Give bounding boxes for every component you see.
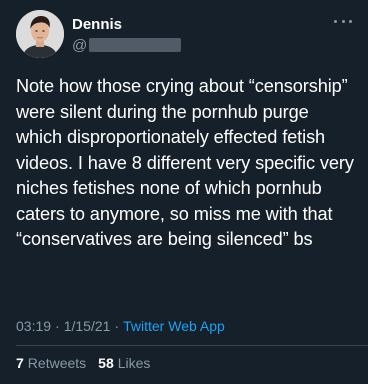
more-dot: [334, 19, 337, 23]
tweet-header: Dennis @: [16, 10, 356, 60]
stats-divider: [16, 345, 368, 346]
likes-label: Likes: [117, 355, 151, 371]
tweet-date[interactable]: 1/15/21: [64, 318, 111, 334]
tweet-time[interactable]: 03:19: [16, 318, 51, 334]
tweet-meta: 03:19 · 1/15/21 · Twitter Web App: [16, 318, 225, 334]
tweet-source[interactable]: Twitter Web App: [123, 318, 225, 334]
author-name[interactable]: Dennis: [72, 16, 122, 33]
retweets-label: Retweets: [27, 355, 87, 371]
handle-redaction: [89, 38, 182, 52]
tweet-stats: 7 Retweets 58 Likes: [16, 355, 150, 371]
avatar-portrait: [16, 10, 64, 58]
tweet-card: Dennis @ Note how those crying about “ce…: [0, 0, 368, 384]
likes-stat[interactable]: 58 Likes: [98, 355, 150, 371]
handle-prefix: @: [72, 36, 88, 54]
tweet-text: Note how those crying about “censorship”…: [16, 76, 359, 249]
author-handle[interactable]: @: [72, 36, 182, 54]
avatar[interactable]: [16, 10, 64, 58]
more-dot: [341, 19, 345, 23]
retweets-stat[interactable]: 7 Retweets: [16, 355, 86, 371]
meta-separator: ·: [55, 318, 60, 334]
likes-count: 58: [98, 355, 114, 371]
more-horizontal-icon[interactable]: [334, 16, 352, 26]
meta-separator: ·: [114, 318, 120, 334]
more-dot: [349, 19, 352, 23]
retweets-count: 7: [16, 355, 24, 371]
